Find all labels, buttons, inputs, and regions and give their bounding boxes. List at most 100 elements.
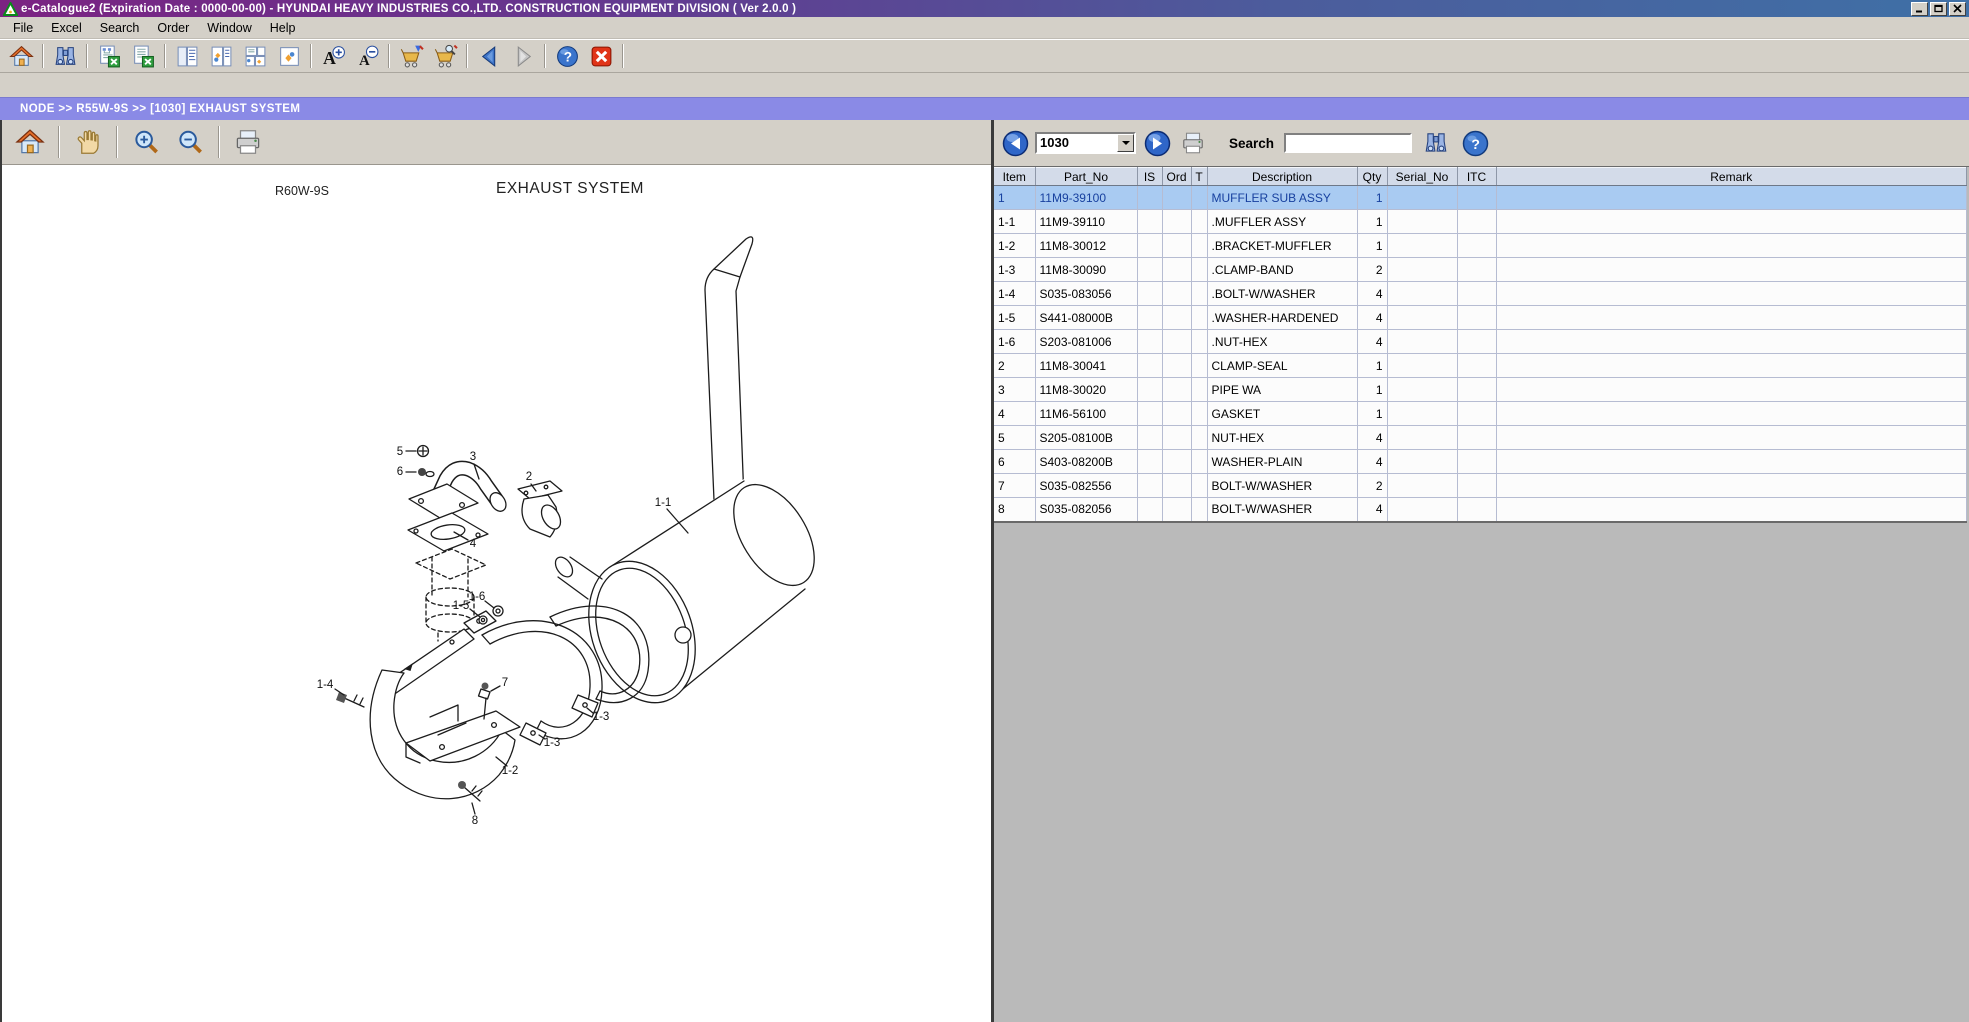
zoom-in-button[interactable]: [124, 122, 168, 162]
col-header-serial-no[interactable]: Serial_No: [1387, 168, 1457, 186]
page-back-button[interactable]: [1002, 130, 1029, 157]
menu-item-window[interactable]: Window: [198, 19, 260, 37]
table-row[interactable]: 1-111M9-39110.MUFFLER ASSY1: [994, 210, 1967, 234]
print-drawing-button[interactable]: [226, 122, 270, 162]
export-list-excel-icon: [131, 44, 156, 69]
exit-icon: [589, 44, 614, 69]
drawing-toolbar: [2, 120, 991, 165]
col-header-t[interactable]: T: [1191, 168, 1207, 186]
table-row[interactable]: 211M8-30041CLAMP-SEAL1: [994, 354, 1967, 378]
view-split-icon: [209, 44, 234, 69]
close-button[interactable]: [1949, 2, 1966, 16]
callout-8: 8: [472, 815, 478, 827]
help-icon: ?: [1462, 130, 1489, 157]
table-row[interactable]: 1-211M8-30012.BRACKET-MUFFLER1: [994, 234, 1967, 258]
execute-search-button[interactable]: [1420, 128, 1452, 158]
printer-icon: [233, 127, 263, 157]
home-button[interactable]: [4, 41, 38, 71]
combobox-dropdown-button[interactable]: [1117, 134, 1134, 152]
col-header-part-no[interactable]: Part_No: [1035, 168, 1137, 186]
export-tree-excel-button[interactable]: [92, 41, 126, 71]
font-decrease-button[interactable]: A: [350, 41, 384, 71]
page-forward-button[interactable]: [1144, 130, 1171, 157]
export-tree-excel-icon: [97, 44, 122, 69]
toolbar-separator: [116, 126, 118, 158]
view-multi-button[interactable]: [238, 41, 272, 71]
search-input[interactable]: [1284, 133, 1412, 153]
breadcrumb: NODE >> R55W-9S >> [1030] EXHAUST SYSTEM: [0, 97, 1969, 120]
col-header-ord[interactable]: Ord: [1162, 168, 1191, 186]
app-icon: [3, 2, 18, 16]
toolbar-separator: [310, 44, 312, 68]
table-row[interactable]: 1-4S035-083056.BOLT-W/WASHER4: [994, 282, 1967, 306]
menu-item-file[interactable]: File: [4, 19, 42, 37]
col-header-item[interactable]: Item: [994, 168, 1035, 186]
help-button[interactable]: ?: [550, 41, 584, 71]
menubar: File Excel Search Order Window Help: [0, 17, 1969, 39]
view-image-button[interactable]: [272, 41, 306, 71]
table-row[interactable]: 1-6S203-081006.NUT-HEX4: [994, 330, 1967, 354]
col-header-is[interactable]: IS: [1137, 168, 1162, 186]
table-row[interactable]: 111M9-39100MUFFLER SUB ASSY1: [994, 186, 1967, 210]
print-list-button[interactable]: [1177, 128, 1209, 158]
callout-1-5: 1-5: [453, 600, 470, 612]
svg-text:?: ?: [563, 49, 571, 64]
table-row[interactable]: 1-311M8-30090.CLAMP-BAND2: [994, 258, 1967, 282]
callout-4: 4: [470, 538, 476, 550]
font-increase-button[interactable]: A: [316, 41, 350, 71]
menu-item-order[interactable]: Order: [148, 19, 198, 37]
export-list-excel-button[interactable]: [126, 41, 160, 71]
home-icon: [9, 44, 34, 69]
parts-panel: 1030 Search: [994, 120, 1969, 1022]
maximize-icon: [1934, 4, 1943, 13]
view-split-button[interactable]: [204, 41, 238, 71]
callout-3: 3: [470, 451, 476, 463]
drawing-home-button[interactable]: [8, 122, 52, 162]
toolbar-separator: [86, 44, 88, 68]
zoom-out-button[interactable]: [168, 122, 212, 162]
toolbar-separator: [218, 126, 220, 158]
col-header-remark[interactable]: Remark: [1496, 168, 1967, 186]
table-row[interactable]: 1-5S441-08000B.WASHER-HARDENED4: [994, 306, 1967, 330]
view-image-icon: [277, 44, 302, 69]
table-row[interactable]: 5S205-08100BNUT-HEX4: [994, 426, 1967, 450]
menu-item-help[interactable]: Help: [261, 19, 305, 37]
menu-item-excel[interactable]: Excel: [42, 19, 91, 37]
page-forward-icon: [1144, 130, 1171, 157]
nav-back-button[interactable]: [472, 41, 506, 71]
menu-item-search[interactable]: Search: [91, 19, 149, 37]
table-row[interactable]: 7S035-082556BOLT-W/WASHER2: [994, 474, 1967, 498]
figure-number-value: 1030: [1037, 134, 1117, 152]
minimize-button[interactable]: [1911, 2, 1928, 16]
col-header-description[interactable]: Description: [1207, 168, 1357, 186]
table-row[interactable]: 8S035-082056BOLT-W/WASHER4: [994, 498, 1967, 522]
search-binoculars-icon: [1423, 130, 1449, 156]
printer-icon: [1180, 130, 1206, 156]
table-row[interactable]: 311M8-30020PIPE WA1: [994, 378, 1967, 402]
parts-help-button[interactable]: ?: [1462, 130, 1489, 157]
col-header-itc[interactable]: ITC: [1457, 168, 1496, 186]
toolbar-separator: [58, 126, 60, 158]
search-label: Search: [1229, 136, 1274, 151]
figure-number-combobox[interactable]: 1030: [1035, 132, 1136, 154]
col-header-qty[interactable]: Qty: [1357, 168, 1387, 186]
font-decrease-icon: A: [355, 44, 380, 69]
toolbar-separator: [164, 44, 166, 68]
view-list-button[interactable]: [170, 41, 204, 71]
callout-1-2: 1-2: [502, 765, 519, 777]
callout-7: 7: [502, 677, 508, 689]
nav-forward-button[interactable]: [506, 41, 540, 71]
table-row[interactable]: 6S403-08200BWASHER-PLAIN4: [994, 450, 1967, 474]
toolbar-separator: [622, 44, 624, 68]
maximize-button[interactable]: [1930, 2, 1947, 16]
search-button[interactable]: [48, 41, 82, 71]
cart-search-button[interactable]: [428, 41, 462, 71]
exit-button[interactable]: [584, 41, 618, 71]
drawing-canvas[interactable]: R60W-9S EXHAUST SYSTEM: [2, 165, 991, 1022]
cart-add-button[interactable]: [394, 41, 428, 71]
svg-text:?: ?: [1471, 136, 1480, 152]
minimize-icon: [1915, 4, 1924, 13]
zoom-in-icon: [131, 127, 161, 157]
table-row[interactable]: 411M6-56100GASKET1: [994, 402, 1967, 426]
pan-button[interactable]: [66, 122, 110, 162]
